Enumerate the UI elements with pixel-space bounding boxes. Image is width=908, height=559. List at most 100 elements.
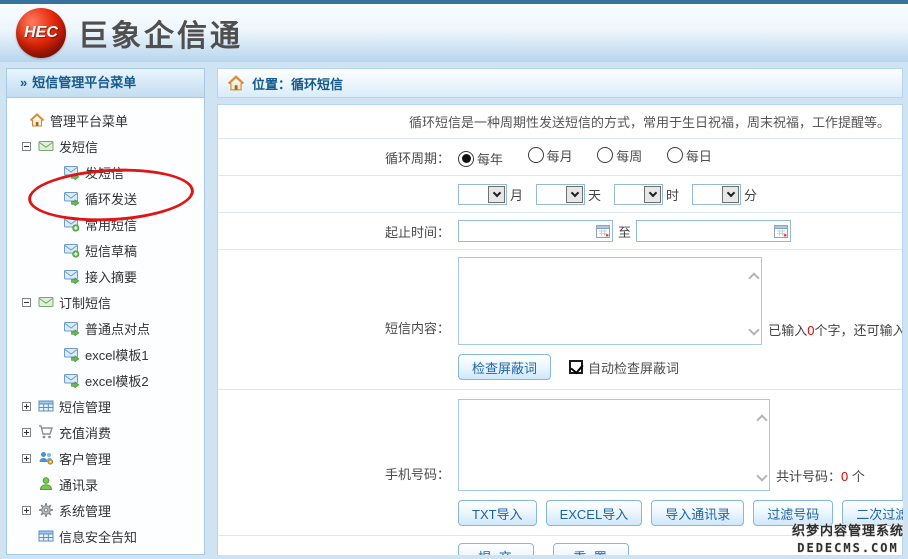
- tree-item-access-summary[interactable]: 接入摘要: [7, 263, 204, 289]
- phone-total-counter: 共计号码：0 个: [776, 466, 865, 491]
- date-range-row: 起止时间： 至: [218, 213, 902, 250]
- radio-circle-icon: [528, 147, 544, 163]
- collapse-minus-icon[interactable]: [22, 298, 31, 307]
- date-range-label: 起止时间：: [218, 222, 450, 241]
- form-description: 循环短信是一种周期性发送短信的方式，常用于生日祝福，周末祝福，工作提醒等。: [409, 112, 890, 131]
- submit-row: 提 交 重 置: [218, 536, 902, 555]
- end-date-field[interactable]: [637, 222, 774, 240]
- import-buttons-row: TXT导入 EXCEL导入 导入通讯录 过滤号码 二次过滤: [218, 500, 902, 535]
- check-blocked-words-button[interactable]: 检查屏蔽词: [458, 354, 551, 380]
- date-range-fields: 至: [450, 220, 791, 242]
- calendar-icon[interactable]: [774, 224, 788, 238]
- chevron-down-icon[interactable]: [566, 186, 583, 203]
- tree-item-sms-draft[interactable]: 短信草稿: [7, 237, 204, 263]
- day-select[interactable]: [536, 184, 585, 205]
- collapse-minus-icon[interactable]: [22, 142, 31, 151]
- expand-plus-icon[interactable]: [22, 428, 31, 437]
- radio-circle-icon: [458, 151, 474, 167]
- expand-plus-icon[interactable]: [22, 402, 31, 411]
- reset-button[interactable]: 重 置: [553, 543, 629, 555]
- mail-send-icon: [64, 372, 80, 388]
- radio-circle-icon: [667, 147, 683, 163]
- logo-text: HEC: [24, 24, 58, 42]
- tree-item-customer-manage[interactable]: 客户管理: [7, 445, 204, 471]
- radio-weekly[interactable]: 每周: [597, 146, 642, 165]
- cyclic-sms-form: 循环短信是一种周期性发送短信的方式，常用于生日祝福，周末祝福，工作提醒等。 循环…: [217, 104, 903, 555]
- table-icon: [38, 528, 54, 544]
- breadcrumb-label: 位置：循环短信: [252, 74, 343, 93]
- person-icon: [38, 476, 54, 492]
- mail-envelope-icon: [38, 294, 54, 310]
- phone-numbers-textarea-frame: [458, 399, 770, 491]
- import-contacts-button[interactable]: 导入通讯录: [651, 500, 744, 526]
- tree-item-excel-template1[interactable]: excel模板1: [7, 341, 204, 367]
- tree-item-contacts[interactable]: 通讯录: [7, 471, 204, 497]
- tree-item-p2p[interactable]: 普通点对点: [7, 315, 204, 341]
- calendar-icon[interactable]: [596, 224, 610, 238]
- users-gear-icon: [38, 450, 54, 466]
- txt-import-button[interactable]: TXT导入: [458, 500, 537, 526]
- home-icon: [29, 112, 45, 128]
- tree-item-send-sms[interactable]: 发短信: [7, 159, 204, 185]
- submit-button[interactable]: 提 交: [458, 543, 534, 555]
- tree-item-system-manage[interactable]: 系统管理: [7, 497, 204, 523]
- tree-item-custom-sms-group[interactable]: 订制短信: [7, 289, 204, 315]
- table-icon: [38, 398, 54, 414]
- phone-numbers-textarea[interactable]: [459, 400, 769, 490]
- double-arrow-icon: »: [20, 75, 27, 90]
- sms-content-row: 短信内容： 已输入0个字，还可输入: [218, 250, 902, 345]
- filter-numbers-button[interactable]: 过滤号码: [753, 500, 833, 526]
- chevron-down-icon[interactable]: [722, 186, 739, 203]
- mail-send-icon: [64, 190, 80, 206]
- tree-item-excel-template2[interactable]: excel模板2: [7, 367, 204, 393]
- checkbox-check-icon: [569, 360, 583, 374]
- mail-send-icon: [64, 164, 80, 180]
- form-description-row: 循环短信是一种周期性发送短信的方式，常用于生日祝福，周末祝福，工作提醒等。: [218, 105, 902, 139]
- sms-content-block: 短信内容： 已输入0个字，还可输入 检查屏蔽词 自动检查屏蔽: [218, 250, 902, 390]
- datetime-selects-row: 月 天 时 分: [218, 176, 902, 213]
- tree-item-platform-menu[interactable]: 管理平台菜单: [7, 107, 204, 133]
- sms-content-label: 短信内容：: [218, 318, 450, 345]
- start-date-field[interactable]: [459, 222, 596, 240]
- sms-content-textarea[interactable]: [459, 258, 761, 344]
- start-date-input[interactable]: [458, 220, 613, 242]
- excel-import-button[interactable]: EXCEL导入: [546, 500, 643, 526]
- chevron-down-icon[interactable]: [488, 186, 505, 203]
- hour-select[interactable]: [614, 184, 663, 205]
- mail-send-icon: [64, 320, 80, 336]
- radio-daily[interactable]: 每日: [667, 146, 712, 165]
- home-icon: [227, 74, 245, 92]
- breadcrumb: 位置：循环短信: [217, 68, 903, 98]
- mail-send-icon: [64, 346, 80, 362]
- sidebar-title: » 短信管理平台菜单: [7, 69, 204, 98]
- expand-plus-icon[interactable]: [22, 506, 31, 515]
- tree-item-recharge[interactable]: 充值消费: [7, 419, 204, 445]
- tree-item-sms-manage[interactable]: 短信管理: [7, 393, 204, 419]
- tree-item-security-notice[interactable]: 信息安全告知: [7, 523, 204, 549]
- chevron-down-icon[interactable]: [644, 186, 661, 203]
- app-header: HEC 巨象企信通: [0, 0, 908, 62]
- tree-item-send-sms-group[interactable]: 发短信: [7, 133, 204, 159]
- auto-check-checkbox[interactable]: 自动检查屏蔽词: [569, 358, 679, 377]
- hour-select-group: 时: [614, 184, 679, 205]
- phone-numbers-block: 手机号码： 共计号码：0 个 TXT导入 EXCEL导入 导入通讯录 过: [218, 390, 902, 536]
- second-filter-button[interactable]: 二次过滤: [842, 500, 903, 526]
- radio-circle-icon: [597, 147, 613, 163]
- phone-numbers-row: 手机号码： 共计号码：0 个: [218, 390, 902, 491]
- minute-select-group: 分: [692, 184, 757, 205]
- radio-monthly[interactable]: 每月: [528, 146, 573, 165]
- sidebar-title-text: 短信管理平台菜单: [32, 75, 136, 90]
- mail-add-icon: [64, 216, 80, 232]
- expand-plus-icon[interactable]: [22, 454, 31, 463]
- minute-select[interactable]: [692, 184, 741, 205]
- datetime-selects: 月 天 时 分: [450, 184, 770, 205]
- sidebar: »短信管理平台菜单 管理平台菜单 发短信 发短信 循环发送 常用短: [6, 68, 205, 555]
- content-panel: 位置：循环短信 循环短信是一种周期性发送短信的方式，常用于生日祝福，周末祝福，工…: [217, 68, 903, 555]
- tree-item-common-sms[interactable]: 常用短信: [7, 211, 204, 237]
- end-date-input[interactable]: [636, 220, 791, 242]
- tree-item-cyclic-send[interactable]: 循环发送: [7, 185, 204, 211]
- sms-content-textarea-frame: [458, 257, 762, 345]
- month-select[interactable]: [458, 184, 507, 205]
- to-separator: 至: [618, 222, 631, 241]
- radio-yearly[interactable]: 每年: [458, 149, 503, 168]
